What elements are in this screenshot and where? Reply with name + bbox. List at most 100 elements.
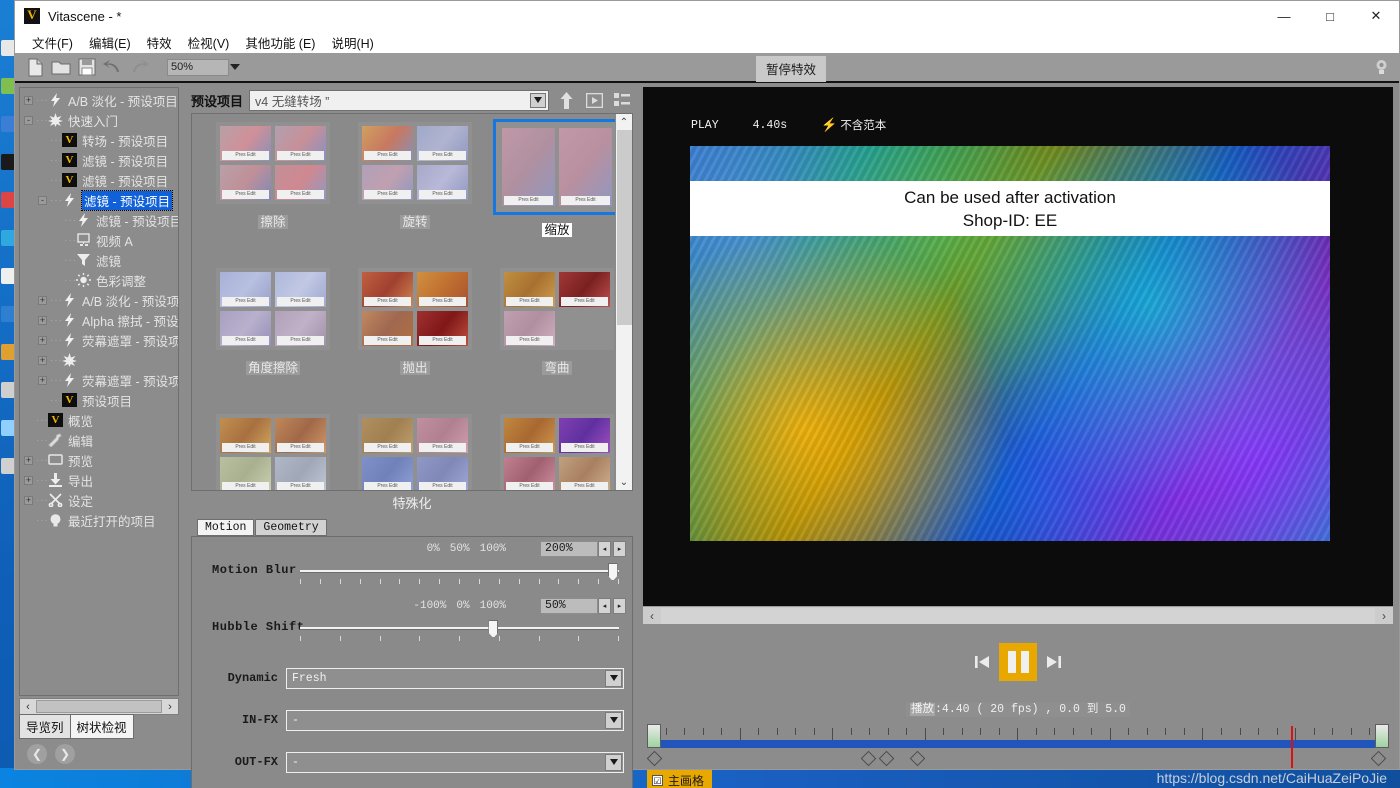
menu-item-4[interactable]: 其他功能 (E) [238,31,322,54]
expand-icon[interactable]: + [24,95,33,105]
tree-item-15[interactable]: ··· 预设项目 [20,390,178,410]
menu-item-5[interactable]: 说明(H) [324,31,380,54]
preset-item-8[interactable]: Pres Edit Pres Edit Pres Edit Pres Edit [486,414,615,490]
collapse-icon[interactable]: - [24,115,33,125]
preset-thumbnail[interactable]: Pres Edit [559,128,612,206]
new-document-icon[interactable] [23,55,47,79]
preset-item-7[interactable]: Pres Edit Pres Edit Pres Edit Pres Edit [344,414,486,490]
scrollbar-thumb[interactable] [616,130,632,325]
tree-item-10[interactable]: +··· A/B 淡化 - 预设项 [20,290,178,310]
preset-thumbnail[interactable]: Pres Edit [362,165,413,200]
preset-thumbnail[interactable]: Pres Edit [275,165,326,200]
expand-icon[interactable]: + [38,315,47,325]
tree-item-6[interactable]: ··· 滤镜 - 预设项目 [20,210,178,230]
preview-horizontal-scrollbar[interactable]: ‹ › [643,606,1393,624]
preset-thumbnail[interactable]: Pres Edit [275,311,326,346]
expand-icon[interactable]: + [24,495,33,505]
tree-item-7[interactable]: ··· 视频 A [20,230,178,250]
combo-dropdown[interactable]: - [286,751,624,773]
list-view-icon[interactable] [611,89,633,111]
scroll-right-icon[interactable]: › [162,701,178,713]
slider-value-input[interactable]: 50% [540,598,598,614]
slider-track[interactable] [300,627,619,630]
spinner-decrement-icon[interactable]: ◂ [598,541,611,557]
expand-icon[interactable]: + [38,355,47,365]
video-preview-area[interactable]: PLAY 4.40s ⚡ 不含范本 Can be used after activ… [643,87,1393,606]
skip-to-start-icon[interactable] [971,650,993,674]
scrollbar-thumb[interactable] [36,700,162,713]
tree-item-17[interactable]: ··· 编辑 [20,430,178,450]
preset-thumbnail[interactable]: Pres Edit [362,311,413,346]
maximize-button[interactable]: □ [1307,1,1353,31]
scroll-right-icon[interactable]: › [1375,609,1393,623]
pause-button[interactable] [999,643,1037,681]
video-frame[interactable]: Can be used after activation Shop-ID: EE [690,146,1330,541]
timeline[interactable]: ☑ 主画格 https://blog.csdn.net/CaiHuaZeiPoJ… [643,722,1393,788]
expand-icon[interactable]: + [38,335,47,345]
preset-thumbnail[interactable]: Pres Edit [504,457,555,490]
timeline-range-bar[interactable] [647,740,1389,748]
slider-track[interactable] [300,570,619,573]
up-arrow-icon[interactable] [555,89,577,111]
preset-thumbnail[interactable]: Pres Edit [417,165,468,200]
preset-vertical-scrollbar[interactable]: ⌃ ⌄ [615,114,632,490]
tree-item-3[interactable]: ··· 滤镜 - 预设项目 [20,150,178,170]
preset-thumbnail[interactable]: Pres Edit [417,457,468,490]
preset-thumbnail[interactable]: Pres Edit [362,126,413,161]
preset-thumbnail[interactable]: Pres Edit [417,311,468,346]
tree-item-5[interactable]: -··· 滤镜 - 预设项目 [20,189,178,211]
tree-item-20[interactable]: +··· 设定 [20,490,178,510]
tree-item-1[interactable]: -··· 快速入门 [20,110,178,130]
preset-thumbnail[interactable]: Pres Edit [417,126,468,161]
preset-thumbnail[interactable]: Pres Edit [504,311,555,346]
redo-arrow-icon[interactable] [127,55,151,79]
preset-thumbnail[interactable]: Pres Edit [504,272,555,307]
scroll-left-icon[interactable]: ‹ [643,609,661,623]
timeline-playhead[interactable] [1290,726,1293,768]
open-folder-icon[interactable] [49,55,73,79]
preset-thumbnail[interactable]: Pres Edit [275,457,326,490]
minimize-button[interactable]: — [1261,1,1307,31]
preset-thumbnail[interactable]: Pres Edit [275,272,326,307]
play-triangle-icon[interactable] [583,89,605,111]
keyframe-marker-1[interactable] [860,750,876,767]
collapse-icon[interactable]: - [38,195,47,205]
tree-item-8[interactable]: ··· 滤镜 [20,250,178,270]
tree-item-16[interactable]: ··· 概览 [20,410,178,430]
preset-thumbnail[interactable]: Pres Edit [559,272,610,307]
preset-thumbnail[interactable]: Pres Edit [220,457,271,490]
light-bulb-icon[interactable] [1371,56,1391,78]
expand-icon[interactable]: + [38,375,47,385]
preset-thumbnail[interactable]: Pres Edit [502,128,555,206]
preset-thumbnail[interactable]: Pres Edit [417,272,468,307]
undo-arrow-icon[interactable] [101,55,125,79]
preset-item-3[interactable]: Pres Edit Pres Edit Pres Edit Pres Edit 角度擦除 [202,268,344,414]
preset-thumbnail[interactable]: Pres Edit [559,457,610,490]
spinner-increment-icon[interactable]: ▸ [613,598,626,614]
tree-item-12[interactable]: +··· 荧幕遮罩 - 预设项 [20,330,178,350]
close-button[interactable]: ✕ [1353,1,1399,31]
preset-thumbnail[interactable]: Pres Edit [220,272,271,307]
menu-item-1[interactable]: 编辑(E) [82,31,138,54]
left-tab-0[interactable]: 导览列 [19,714,71,739]
preset-thumbnail[interactable]: Pres Edit [220,165,271,200]
checkbox-checked-icon[interactable]: ☑ [652,775,663,786]
menu-item-3[interactable]: 检视(V) [181,31,237,54]
preset-thumbnail[interactable]: Pres Edit [504,418,555,453]
mainframe-checkbox[interactable]: ☑ 主画格 [647,770,713,788]
save-disk-icon[interactable] [75,55,99,79]
tree-item-18[interactable]: +··· 预览 [20,450,178,470]
preset-thumbnail[interactable]: Pres Edit [220,418,271,453]
tree-item-21[interactable]: ··· 最近打开的项目 [20,510,178,530]
project-tree[interactable]: +···A/B 淡化 - 预设项目-···快速入门···转场 - 预设项目···… [19,87,179,696]
preset-thumbnail[interactable]: Pres Edit [362,418,413,453]
preset-thumbnail[interactable]: Pres Edit [362,457,413,490]
scrollbar-thumb[interactable] [661,607,1375,624]
keyframe-marker-2[interactable] [878,750,895,767]
preset-item-5[interactable]: Pres Edit Pres Edit Pres Edit 弯曲 [486,268,615,414]
forward-arrow-icon[interactable]: ❯ [55,744,75,764]
tree-item-0[interactable]: +··· A/B 淡化 - 预设项目 [20,90,178,110]
chevron-down-icon[interactable] [230,63,240,70]
preset-thumbnail[interactable]: Pres Edit [220,126,271,161]
expand-icon[interactable]: + [24,475,33,485]
